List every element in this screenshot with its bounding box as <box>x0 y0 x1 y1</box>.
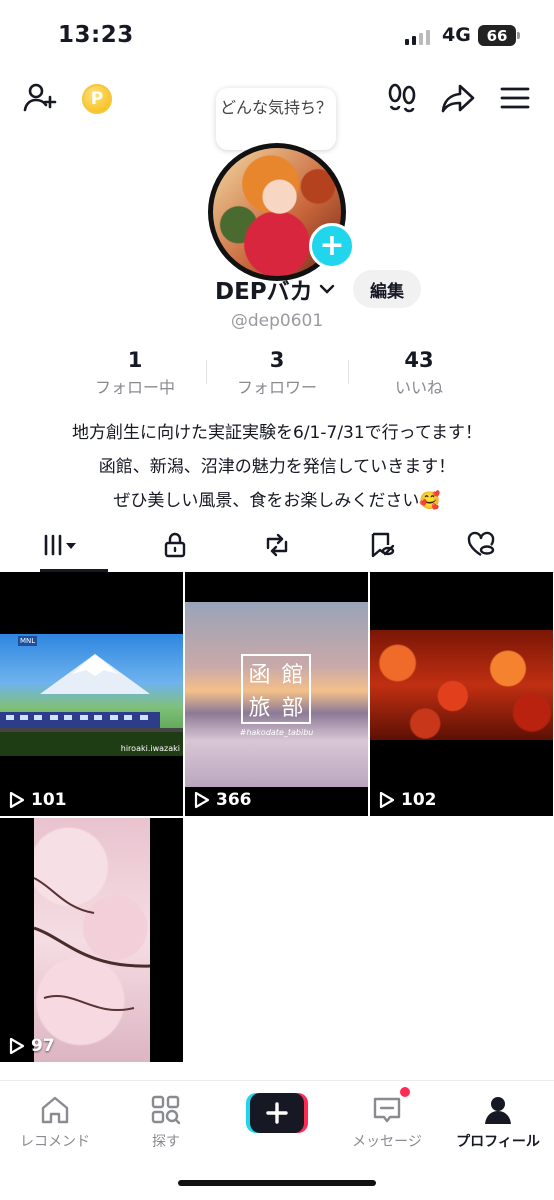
nav-label: 探す <box>152 1134 180 1150</box>
stat-label: フォロー中 <box>94 378 175 397</box>
display-name[interactable]: DEPバカ <box>215 272 337 306</box>
thumbnail-image: 函 館 旅 部 #hakodate_tabibu <box>185 602 368 787</box>
video-thumbnail[interactable]: MNL hiroaki.iwazaki 101 <box>0 572 183 816</box>
content-tabs <box>0 520 554 573</box>
favorites-tab-icon[interactable] <box>326 520 436 570</box>
coin-icon[interactable]: P <box>82 84 112 114</box>
create-icon <box>246 1093 308 1133</box>
username-handle: @dep0601 <box>230 311 324 331</box>
footprints-icon[interactable] <box>384 80 420 120</box>
bio-line: 函館、新潟、沼津の魅力を発信していきます！ <box>98 457 456 477</box>
menu-icon[interactable] <box>497 80 533 120</box>
nav-label: プロフィール <box>456 1134 540 1150</box>
signal-icon <box>405 30 430 45</box>
stat-value: 1 <box>127 348 143 372</box>
bio-line: 地方創生に向けた実証実験を6/1-7/31で行ってます！ <box>72 423 482 443</box>
view-count: 366 <box>194 790 252 810</box>
view-count: 97 <box>9 1036 55 1056</box>
play-icon <box>9 1037 25 1055</box>
thumbnail-image <box>370 630 553 740</box>
view-count-value: 366 <box>216 790 252 810</box>
nav-label: レコメンド <box>20 1134 90 1150</box>
stat-followers[interactable]: 3 フォロワー <box>207 348 347 398</box>
nav-profile[interactable]: プロフィール <box>443 1093 553 1151</box>
chevron-down-icon <box>319 284 334 294</box>
view-count: 102 <box>379 790 437 810</box>
add-friend-icon[interactable] <box>22 80 58 120</box>
bio-line: ぜひ美しい風景、食をお楽しみください🥰 <box>113 491 441 511</box>
title-char: 館 <box>281 662 304 688</box>
view-count: 101 <box>9 790 67 810</box>
inbox-icon <box>373 1097 401 1123</box>
profile-icon <box>485 1097 511 1124</box>
play-icon <box>9 791 25 809</box>
play-icon <box>194 791 210 809</box>
view-count-value: 101 <box>31 790 67 810</box>
display-name-text: DEPバカ <box>215 279 313 305</box>
video-thumbnail[interactable]: 97 <box>0 818 183 1062</box>
status-time: 13:23 <box>58 22 134 48</box>
stat-label: いいね <box>394 378 443 397</box>
nav-home[interactable]: レコメンド <box>0 1093 110 1151</box>
add-story-button[interactable]: + <box>309 223 355 269</box>
thumbnail-image: MNL hiroaki.iwazaki <box>0 634 183 756</box>
play-icon <box>379 791 395 809</box>
edit-profile-button[interactable]: 編集 <box>353 270 421 308</box>
view-count-value: 97 <box>31 1036 55 1056</box>
explore-icon <box>151 1095 181 1125</box>
thumbnail-image <box>34 818 150 1062</box>
profile-bio: 地方創生に向けた実証実験を6/1-7/31で行ってます！ 函館、新潟、沼津の魅力… <box>0 416 554 518</box>
thumbnail-badge: MNL <box>18 636 38 646</box>
stat-likes[interactable]: 43 いいね <box>349 348 489 398</box>
title-char: 旅 <box>248 695 271 721</box>
share-icon[interactable] <box>440 80 476 120</box>
home-indicator <box>178 1180 376 1186</box>
notification-dot <box>400 1087 410 1097</box>
stat-following[interactable]: 1 フォロー中 <box>65 348 205 398</box>
repost-tab-icon[interactable] <box>222 520 332 570</box>
stat-value: 3 <box>269 348 285 372</box>
thumbnail-hashtag: #hakodate_tabibu <box>239 728 314 737</box>
stat-value: 43 <box>404 348 434 372</box>
title-char: 函 <box>248 662 271 688</box>
videos-tab-icon[interactable] <box>0 520 110 572</box>
create-button[interactable] <box>246 1093 308 1133</box>
stat-label: フォロワー <box>236 378 317 397</box>
network-label: 4G <box>442 24 471 46</box>
liked-tab-icon[interactable] <box>426 520 536 570</box>
video-thumbnail[interactable]: 函 館 旅 部 #hakodate_tabibu 366 <box>185 572 368 816</box>
nav-label: メッセージ <box>352 1134 422 1150</box>
nav-explore[interactable]: 探す <box>111 1093 221 1151</box>
view-count-value: 102 <box>401 790 437 810</box>
thumbnail-credit: hiroaki.iwazaki <box>120 744 180 753</box>
private-tab-icon[interactable] <box>120 520 230 570</box>
title-char: 部 <box>281 695 304 721</box>
mood-bubble[interactable]: どんな気持ち？ <box>216 88 336 150</box>
battery-indicator: 66 <box>478 25 520 46</box>
nav-inbox[interactable]: メッセージ <box>332 1087 442 1151</box>
video-thumbnail[interactable]: 102 <box>370 572 553 816</box>
home-icon <box>41 1096 69 1124</box>
title-box: 函 館 旅 部 <box>241 654 311 724</box>
